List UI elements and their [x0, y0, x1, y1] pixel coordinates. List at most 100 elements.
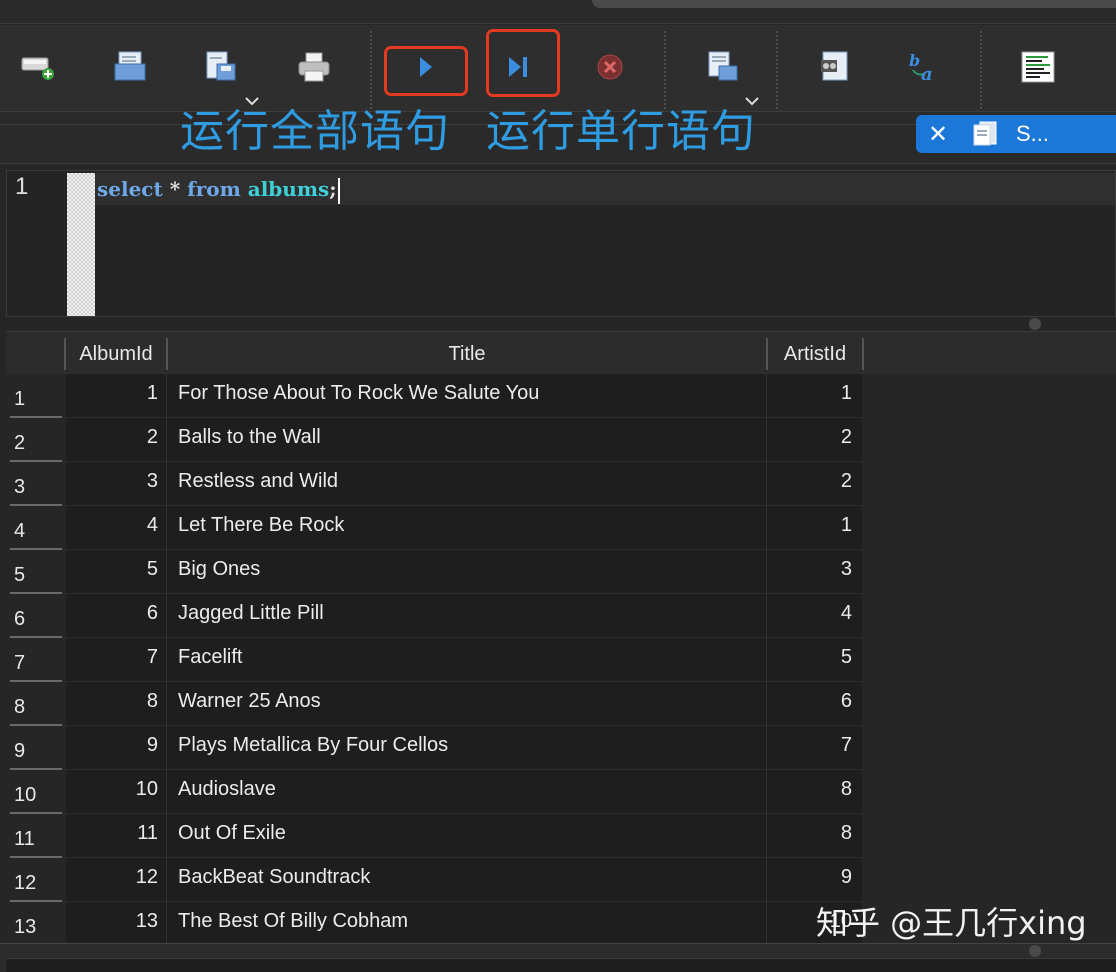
- splitter-handle[interactable]: [1029, 945, 1041, 957]
- print-icon: [297, 51, 331, 83]
- open-file-button[interactable]: [108, 45, 152, 89]
- cell-albumid[interactable]: 9: [66, 726, 158, 770]
- cell-title[interactable]: Out Of Exile: [178, 814, 758, 858]
- cell-title[interactable]: Facelift: [178, 638, 758, 682]
- grid-header: AlbumId Title ArtistId: [6, 332, 1116, 374]
- cell-artistid[interactable]: 5: [766, 638, 852, 682]
- cell-title[interactable]: Balls to the Wall: [178, 418, 758, 462]
- window-top-strip: [0, 0, 1116, 24]
- cell-title[interactable]: Jagged Little Pill: [178, 594, 758, 638]
- row-number[interactable]: 13: [10, 902, 62, 946]
- row-number[interactable]: 11: [10, 814, 62, 858]
- cell-artistid[interactable]: 6: [766, 682, 852, 726]
- format-button[interactable]: [1016, 45, 1060, 89]
- cell-albumid[interactable]: 6: [66, 594, 158, 638]
- cell-title[interactable]: Audioslave: [178, 770, 758, 814]
- cell-albumid[interactable]: 7: [66, 638, 158, 682]
- cell-albumid[interactable]: 11: [66, 814, 158, 858]
- replace-button[interactable]: b a: [902, 45, 946, 89]
- result-grid[interactable]: AlbumId Title ArtistId 11For Those About…: [6, 331, 1116, 943]
- table-row[interactable]: 99 Plays Metallica By Four Cellos7: [6, 726, 862, 770]
- cell-divider: [166, 550, 167, 594]
- row-number[interactable]: 4: [10, 506, 62, 550]
- add-connection-button[interactable]: [16, 45, 60, 89]
- cell-albumid[interactable]: 2: [66, 418, 158, 462]
- row-number[interactable]: 12: [10, 858, 62, 902]
- table-row[interactable]: 1313The Best Of Billy Cobham10: [6, 902, 862, 946]
- row-number[interactable]: 1: [10, 374, 62, 418]
- sql-editor[interactable]: 1 select * from albums;: [6, 170, 1116, 317]
- save-file-icon: [203, 50, 237, 84]
- splitter-handle[interactable]: [1029, 318, 1041, 330]
- cell-artistid[interactable]: 2: [766, 418, 852, 462]
- cell-title[interactable]: The Best Of Billy Cobham: [178, 902, 758, 946]
- cell-artistid[interactable]: 7: [766, 726, 852, 770]
- export-button[interactable]: [700, 45, 744, 89]
- table-row[interactable]: 55 Big Ones3: [6, 550, 862, 594]
- export-menu-chevron-icon[interactable]: [745, 91, 759, 101]
- row-number[interactable]: 6: [10, 594, 62, 638]
- cell-artistid[interactable]: 8: [766, 814, 852, 858]
- column-header-title[interactable]: Title: [168, 338, 766, 370]
- table-row[interactable]: 11For Those About To Rock We Salute You1: [6, 374, 862, 418]
- close-tab-icon[interactable]: ✕: [924, 119, 952, 149]
- table-row[interactable]: 77 Facelift5: [6, 638, 862, 682]
- cell-albumid[interactable]: 3: [66, 462, 158, 506]
- format-icon: [1021, 51, 1055, 83]
- cell-albumid[interactable]: 12: [66, 858, 158, 902]
- row-number[interactable]: 3: [10, 462, 62, 506]
- find-button[interactable]: [812, 45, 856, 89]
- cell-albumid[interactable]: 4: [66, 506, 158, 550]
- cell-title[interactable]: Plays Metallica By Four Cellos: [178, 726, 758, 770]
- cell-title[interactable]: Restless and Wild: [178, 462, 758, 506]
- row-number[interactable]: 8: [10, 682, 62, 726]
- table-row[interactable]: 1111 Out Of Exile8: [6, 814, 862, 858]
- cell-albumid[interactable]: 10: [66, 770, 158, 814]
- cell-albumid[interactable]: 8: [66, 682, 158, 726]
- run-all-annotation: 运行全部语句: [180, 104, 450, 160]
- cell-artistid[interactable]: 8: [766, 770, 852, 814]
- cell-title[interactable]: Let There Be Rock: [178, 506, 758, 550]
- cell-albumid[interactable]: 13: [66, 902, 158, 946]
- cell-artistid[interactable]: 3: [766, 550, 852, 594]
- open-file-icon: [113, 50, 147, 84]
- table-row[interactable]: 1010 Audioslave8: [6, 770, 862, 814]
- cell-albumid[interactable]: 5: [66, 550, 158, 594]
- code-space: [241, 177, 248, 201]
- cell-divider: [166, 814, 167, 858]
- column-divider[interactable]: [862, 338, 864, 370]
- run-line-annotation: 运行单行语句: [486, 104, 756, 160]
- cell-artistid[interactable]: 1: [766, 374, 852, 418]
- table-row[interactable]: 1212 BackBeat Soundtrack9: [6, 858, 862, 902]
- cell-divider: [166, 770, 167, 814]
- sql-code[interactable]: select * from albums;: [97, 175, 340, 204]
- cell-artistid[interactable]: 2: [766, 462, 852, 506]
- cell-artistid[interactable]: 1: [766, 506, 852, 550]
- cell-title[interactable]: Warner 25 Anos: [178, 682, 758, 726]
- save-file-button[interactable]: [198, 45, 242, 89]
- save-menu-chevron-icon[interactable]: [245, 91, 259, 101]
- table-row[interactable]: 22Balls to the Wall2: [6, 418, 862, 462]
- table-row[interactable]: 44 Let There Be Rock1: [6, 506, 862, 550]
- cell-title[interactable]: For Those About To Rock We Salute You: [178, 374, 758, 418]
- row-number[interactable]: 5: [10, 550, 62, 594]
- stop-button[interactable]: [588, 45, 632, 89]
- row-number[interactable]: 9: [10, 726, 62, 770]
- table-row[interactable]: 88 Warner 25 Anos6: [6, 682, 862, 726]
- document-tab[interactable]: ✕ S...: [916, 115, 1116, 153]
- cell-title[interactable]: BackBeat Soundtrack: [178, 858, 758, 902]
- column-header-artistid[interactable]: ArtistId: [768, 338, 862, 370]
- print-button[interactable]: [292, 45, 336, 89]
- cell-artistid[interactable]: 9: [766, 858, 852, 902]
- table-row[interactable]: 66 Jagged Little Pill4: [6, 594, 862, 638]
- column-header-albumid[interactable]: AlbumId: [66, 338, 166, 370]
- row-number[interactable]: 7: [10, 638, 62, 682]
- row-number[interactable]: 2: [10, 418, 62, 462]
- cell-albumid[interactable]: 1: [66, 374, 158, 418]
- cell-title[interactable]: Big Ones: [178, 550, 758, 594]
- cell-divider: [166, 418, 167, 462]
- cell-artistid[interactable]: 4: [766, 594, 852, 638]
- find-icon: [817, 50, 851, 84]
- row-number[interactable]: 10: [10, 770, 62, 814]
- table-row[interactable]: 33 Restless and Wild2: [6, 462, 862, 506]
